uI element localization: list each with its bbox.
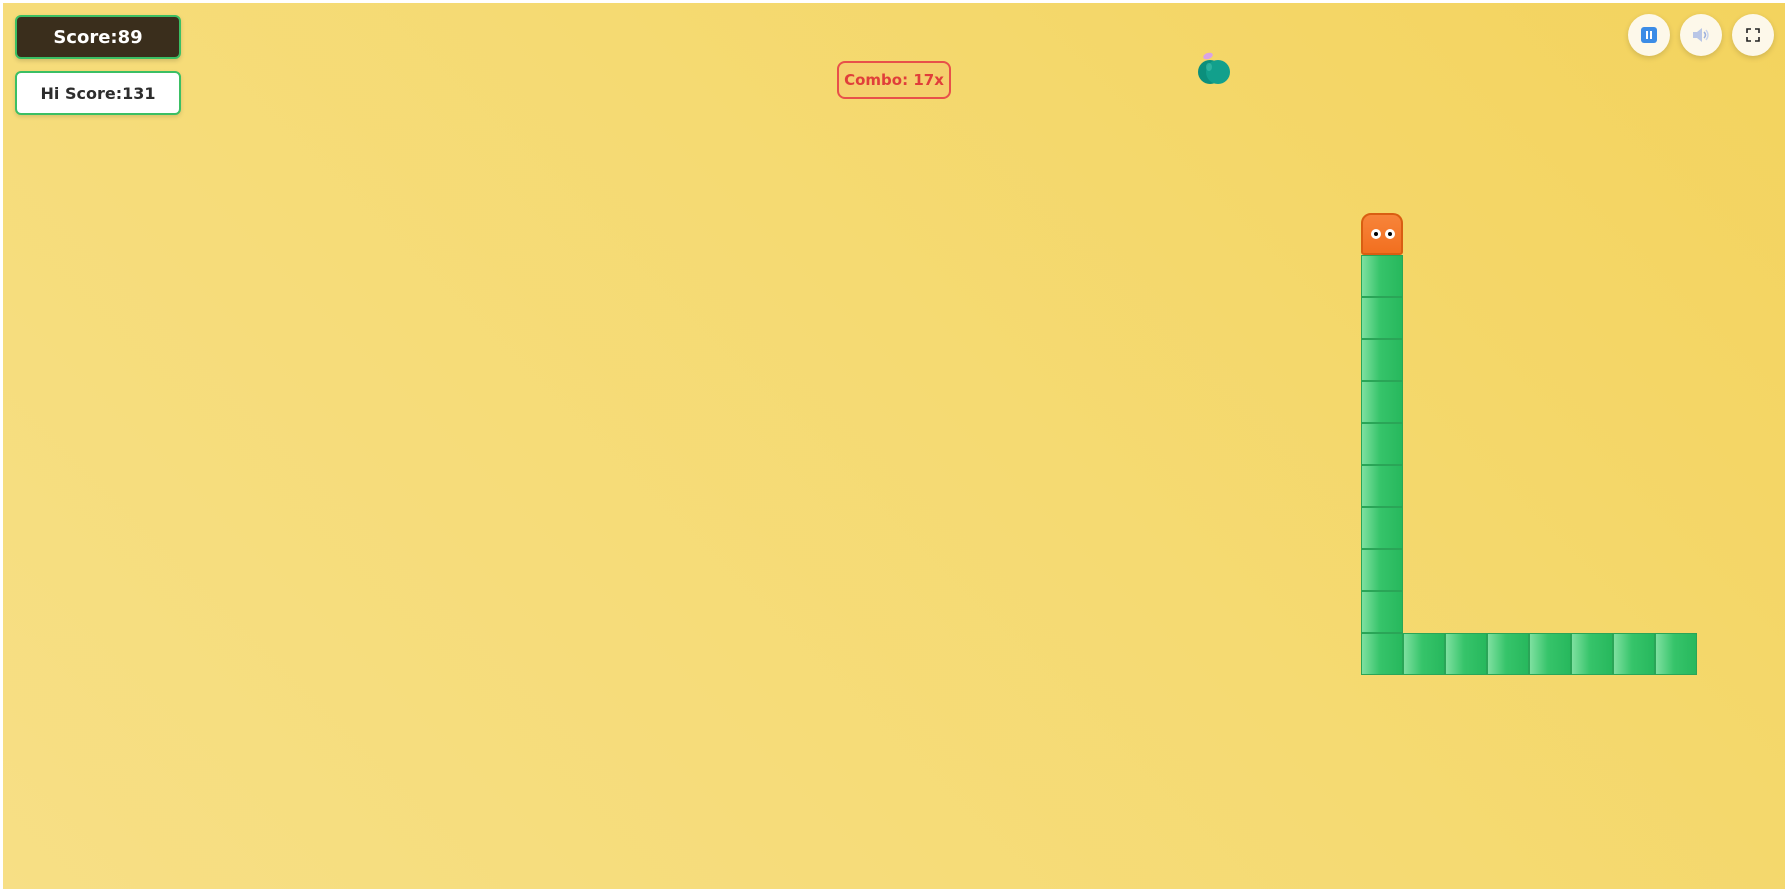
- snake-eye-right: [1385, 229, 1395, 239]
- fullscreen-icon: [1746, 28, 1760, 42]
- speaker-icon: [1693, 28, 1709, 42]
- snake-body-segment: [1403, 633, 1445, 675]
- snake-body-segment: [1361, 423, 1403, 465]
- pause-icon: [1641, 27, 1657, 43]
- snake-body-segment: [1571, 633, 1613, 675]
- snake-body-segment: [1361, 255, 1403, 297]
- snake-body-segment: [1487, 633, 1529, 675]
- fullscreen-button[interactable]: [1732, 14, 1774, 56]
- hi-score-text: Hi Score:131: [40, 83, 156, 103]
- snake-body-segment: [1361, 507, 1403, 549]
- score-text: Score:89: [53, 26, 143, 48]
- snake-body-segment: [1361, 465, 1403, 507]
- snake-head: [1361, 213, 1403, 255]
- snake-body-segment: [1445, 633, 1487, 675]
- snake-body-segment: [1361, 633, 1403, 675]
- combo-badge: Combo: 17x: [837, 61, 951, 99]
- snake-body-segment: [1361, 549, 1403, 591]
- snake-body-segment: [1529, 633, 1571, 675]
- snake-body-segment: [1361, 339, 1403, 381]
- combo-text: Combo: 17x: [844, 71, 944, 89]
- fruit-apple: [1198, 52, 1230, 84]
- snake-body-segment: [1361, 297, 1403, 339]
- hi-score-display: Hi Score:131: [15, 71, 181, 115]
- game-board[interactable]: Score:89 Hi Score:131 Combo: 17x: [3, 3, 1785, 889]
- sound-button[interactable]: [1680, 14, 1722, 56]
- score-display: Score:89: [15, 15, 181, 59]
- pause-button[interactable]: [1628, 14, 1670, 56]
- snake-body-segment: [1613, 633, 1655, 675]
- snake-body-segment: [1361, 381, 1403, 423]
- snake-body-segment: [1361, 591, 1403, 633]
- snake-body-segment: [1655, 633, 1697, 675]
- snake-eye-left: [1371, 229, 1381, 239]
